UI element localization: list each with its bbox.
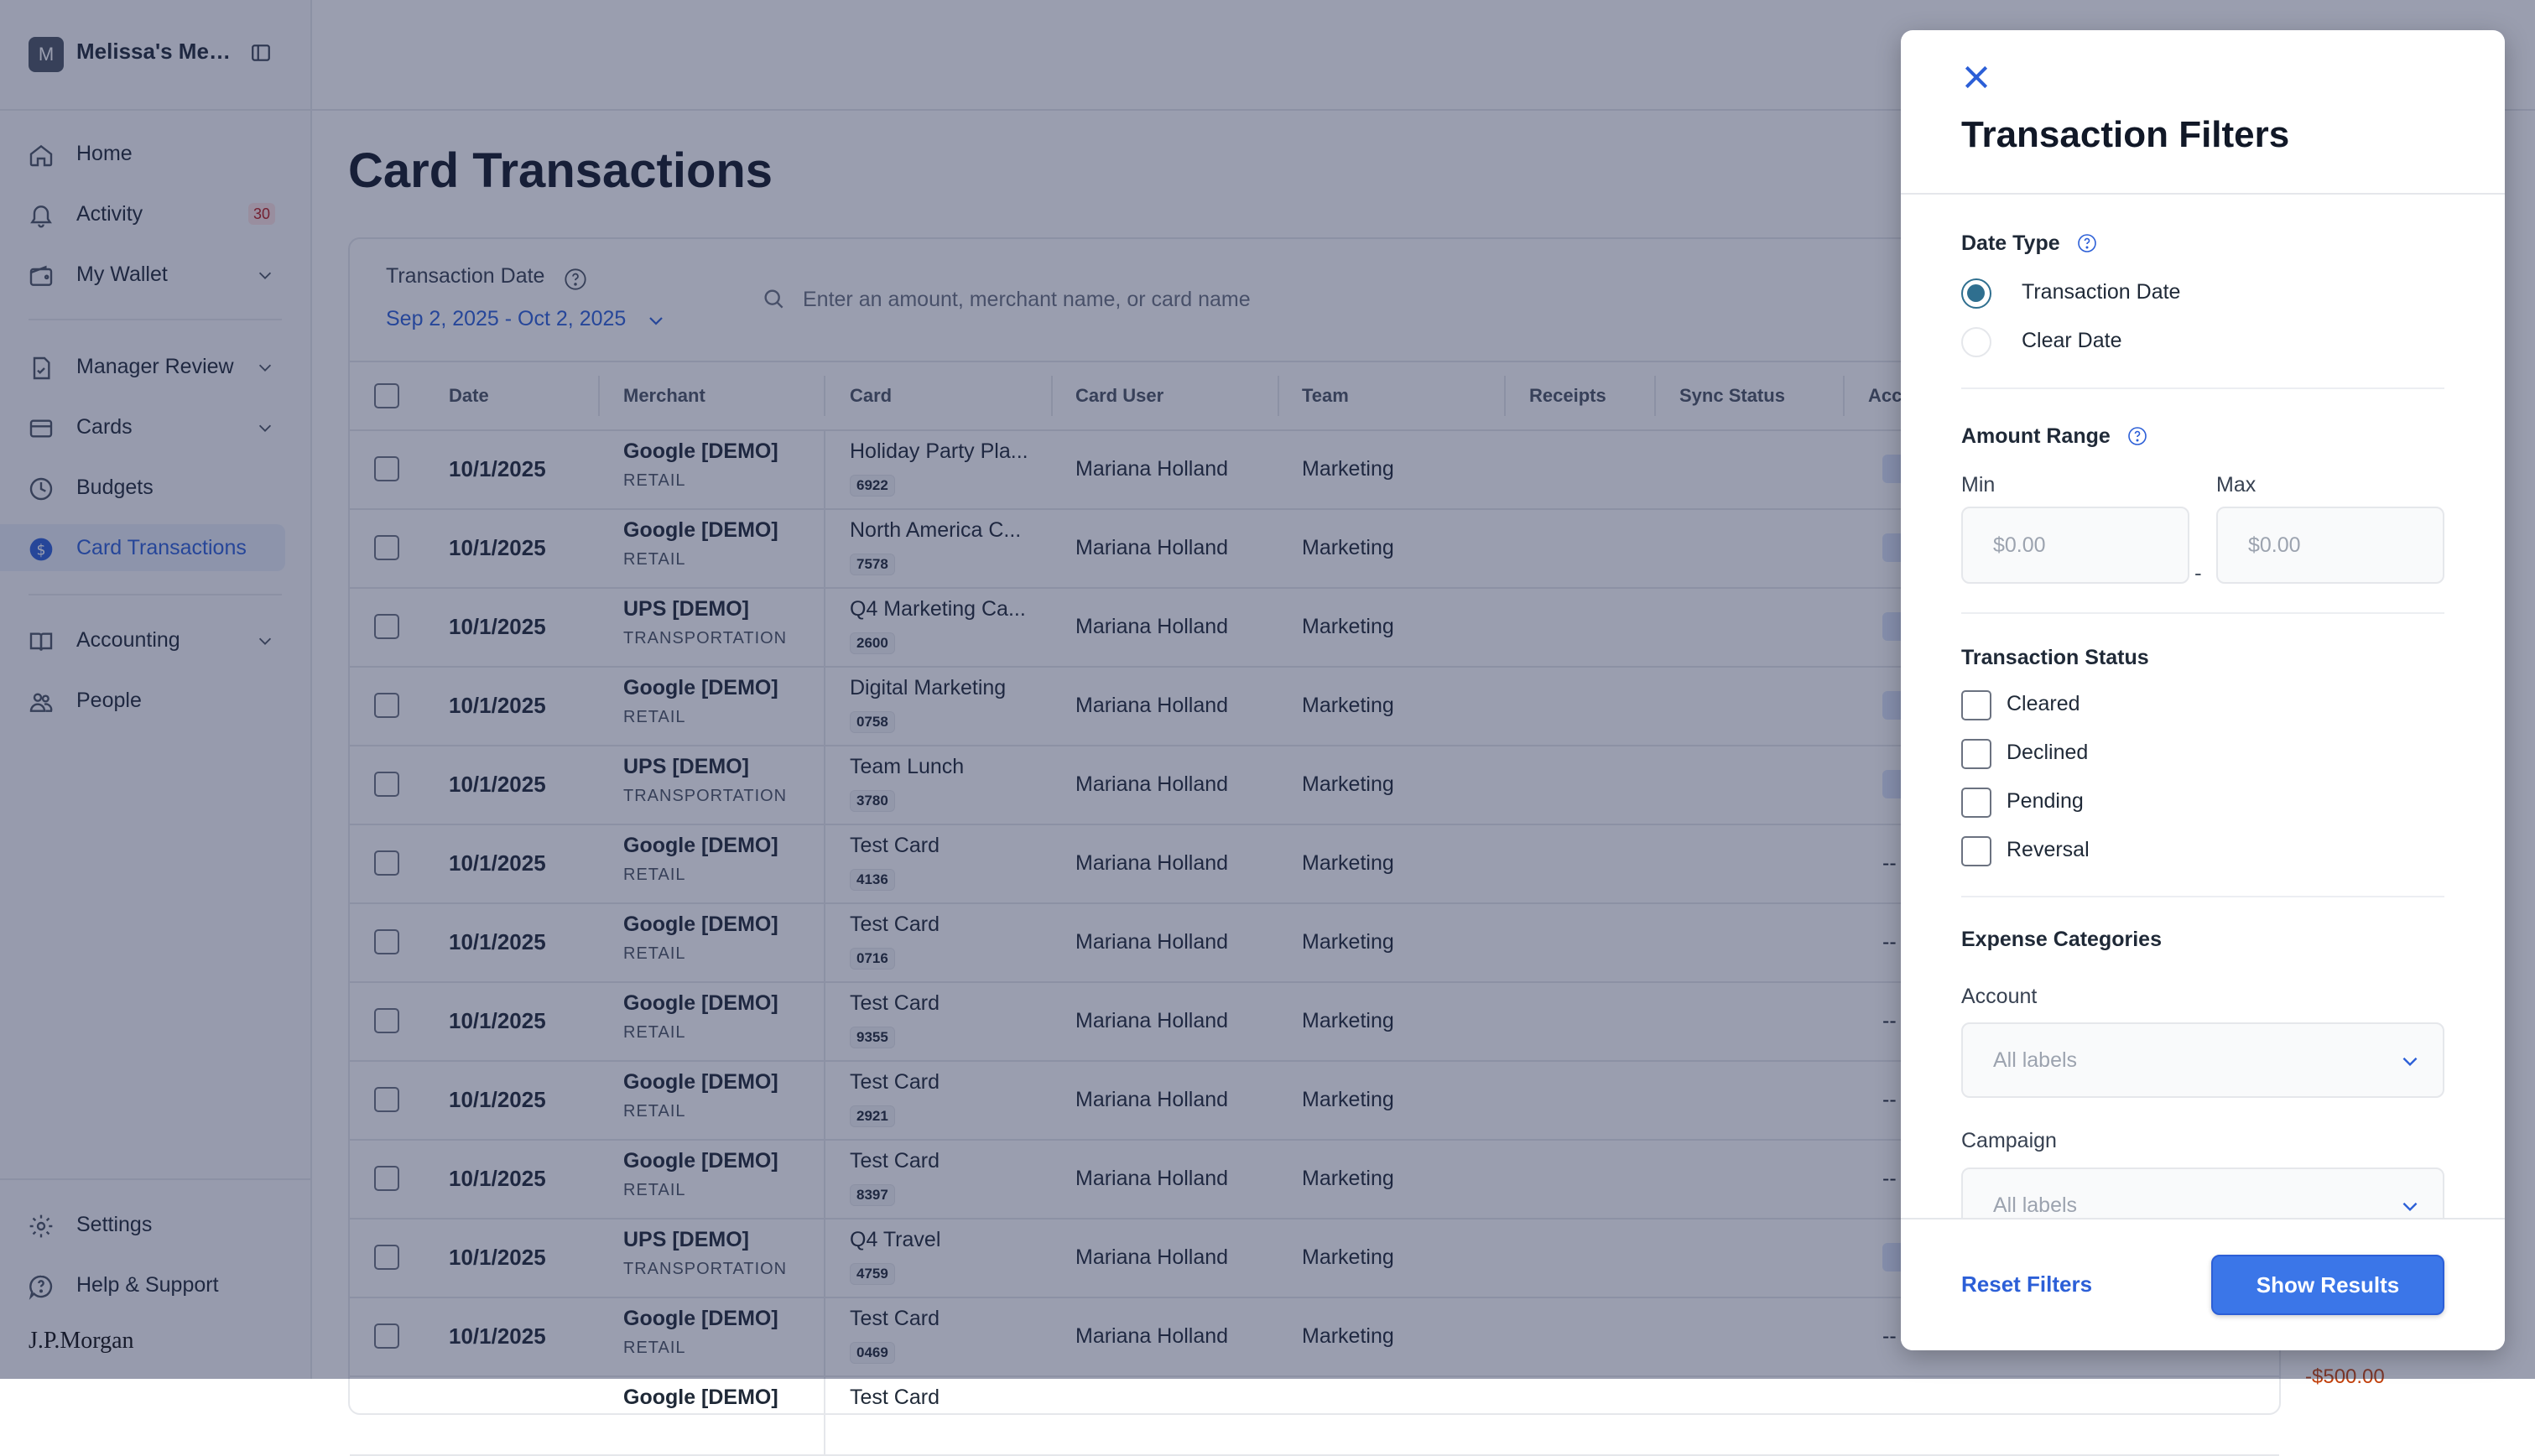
column-divider xyxy=(824,1375,825,1454)
select-placeholder: All labels xyxy=(1993,1048,2078,1072)
chevron-down-icon xyxy=(2402,1202,2418,1212)
row-merchant: Google [DEMO] xyxy=(623,1386,778,1409)
date-type-label: Date Type xyxy=(1961,231,2060,255)
show-results-button[interactable]: Show Results xyxy=(2211,1255,2444,1315)
section-divider xyxy=(1961,612,2444,614)
help-circle-icon[interactable] xyxy=(2127,426,2147,446)
expense-categories-label: Expense Categories xyxy=(1961,928,2162,951)
checkbox-declined[interactable] xyxy=(1961,739,1991,769)
amount-range-label: Amount Range xyxy=(1961,424,2111,448)
min-label: Min xyxy=(1961,473,1996,497)
chevron-down-icon xyxy=(2402,1057,2418,1067)
table-row[interactable]: Google [DEMO] Test Card xyxy=(350,1375,2279,1456)
close-icon[interactable] xyxy=(1960,60,1993,94)
transaction-filters-drawer: Transaction Filters Date Type Transactio… xyxy=(1901,30,2505,1350)
max-label: Max xyxy=(2216,473,2257,497)
drawer-title: Transaction Filters xyxy=(1961,114,2290,155)
transaction-status-label: Transaction Status xyxy=(1961,646,2149,669)
reset-filters-button[interactable]: Reset Filters xyxy=(1961,1271,2092,1297)
checkbox-label[interactable]: Pending xyxy=(2007,789,2084,814)
account-select[interactable]: All labels xyxy=(1961,1022,2444,1098)
checkbox-cleared[interactable] xyxy=(1961,690,1991,720)
section-divider xyxy=(1961,896,2444,897)
radio-label[interactable]: Clear Date xyxy=(2022,329,2122,353)
row-card-name: Test Card xyxy=(850,1386,940,1409)
radio-label[interactable]: Transaction Date xyxy=(2022,280,2180,304)
help-circle-icon[interactable] xyxy=(2077,233,2097,253)
radio-clear-date[interactable] xyxy=(1961,327,1991,357)
radio-transaction-date[interactable] xyxy=(1961,278,1991,309)
checkbox-pending[interactable] xyxy=(1961,788,1991,818)
max-amount-input[interactable] xyxy=(2216,507,2444,584)
campaign-label: Campaign xyxy=(1961,1129,2057,1152)
range-separator: - xyxy=(2194,560,2202,585)
checkbox-label[interactable]: Cleared xyxy=(2007,692,2080,716)
checkbox-label[interactable]: Reversal xyxy=(2007,838,2090,862)
min-amount-input[interactable] xyxy=(1961,507,2189,584)
section-divider xyxy=(1961,387,2444,389)
checkbox-label[interactable]: Declined xyxy=(2007,741,2088,765)
drawer-divider xyxy=(1901,193,2505,195)
account-label: Account xyxy=(1961,985,2038,1008)
checkbox-reversal[interactable] xyxy=(1961,836,1991,866)
